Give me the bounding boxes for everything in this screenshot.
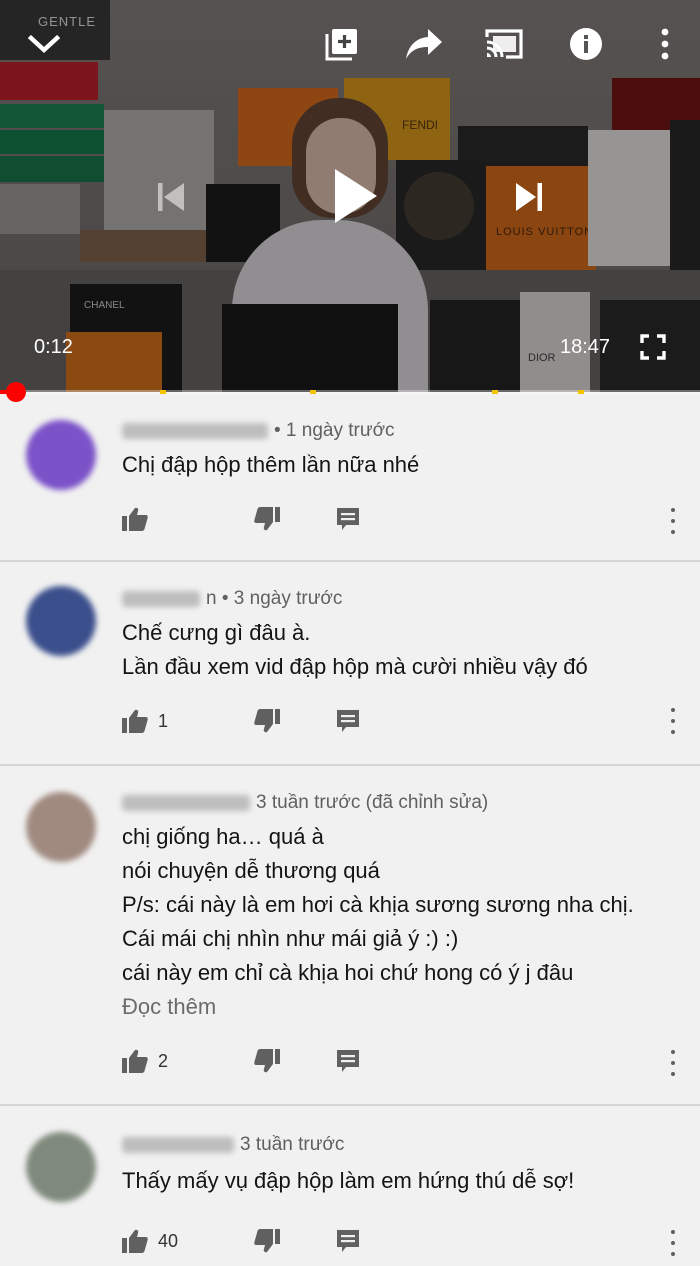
like-count: 1: [158, 710, 169, 731]
thumbs-up-icon[interactable]: [122, 507, 148, 531]
next-icon[interactable]: [508, 176, 550, 218]
comment-text: Thấy mấy vụ đập hộp làm em hứng thú dễ s…: [122, 1164, 574, 1198]
reply-icon[interactable]: [336, 1229, 360, 1253]
comment-menu-icon[interactable]: [668, 508, 678, 534]
reply-icon[interactable]: [336, 507, 360, 531]
comment-meta: 3 tuần trước: [122, 1134, 344, 1156]
chevron-down-icon[interactable]: [24, 24, 64, 64]
thumbs-down-icon[interactable]: [254, 1229, 280, 1253]
author-name-blurred[interactable]: [122, 422, 268, 439]
comment-line: Thấy mấy vụ đập hộp làm em hứng thú dễ s…: [122, 1168, 575, 1193]
comment-line: nói chuyện dễ thương quá: [122, 858, 380, 883]
thumbs-down-icon[interactable]: [254, 709, 280, 733]
comment-item: 3 tuần trước Thấy mấy vụ đập hộp làm em …: [0, 1106, 700, 1266]
comment-line: Chị đập hộp thêm lần nữa nhé: [122, 452, 420, 477]
thumbs-down-icon[interactable]: [254, 1049, 280, 1073]
thumbs-up-icon[interactable]: [122, 709, 148, 733]
fullscreen-icon[interactable]: [638, 332, 668, 362]
comment-actions: 2: [122, 1046, 360, 1076]
comment-line: chị giống ha… quá à: [122, 824, 324, 849]
comment-line: Chế cưng gì đâu à.: [122, 620, 311, 645]
comment-meta: 3 tuần trước (đã chỉnh sửa): [122, 792, 488, 814]
comment-item: 3 tuần trước (đã chỉnh sửa) chị giống ha…: [0, 766, 700, 1106]
like-count: 40: [158, 1230, 179, 1251]
author-name-blurred[interactable]: [122, 794, 250, 811]
comment-item: • 1 ngày trước Chị đập hộp thêm lần nữa …: [0, 394, 700, 562]
author-name-blurred[interactable]: [122, 590, 200, 607]
add-to-playlist-icon[interactable]: [322, 24, 362, 64]
comment-time: 3 tuần trước (đã chỉnh sửa): [256, 792, 489, 813]
comment-line: Lần đầu xem vid đập hộp mà cười nhiều vậ…: [122, 654, 588, 679]
comment-text: Chế cưng gì đâu à. Lần đầu xem vid đập h…: [122, 616, 588, 684]
avatar[interactable]: [26, 792, 96, 862]
comment-menu-icon[interactable]: [668, 1230, 678, 1256]
avatar[interactable]: [26, 420, 96, 490]
video-player[interactable]: GENTLE FENDI LOUIS VUITTON CHANEL DIOR 0…: [0, 0, 700, 392]
share-icon[interactable]: [402, 24, 446, 64]
comment-menu-icon[interactable]: [668, 708, 678, 734]
comments-list: • 1 ngày trước Chị đập hộp thêm lần nữa …: [0, 394, 700, 1266]
comment-actions: [122, 504, 360, 534]
like-count: 2: [158, 1050, 169, 1071]
current-time: 0:12: [34, 336, 73, 358]
reply-icon[interactable]: [336, 709, 360, 733]
thumbs-down-icon[interactable]: [254, 507, 280, 531]
comment-menu-icon[interactable]: [668, 1050, 678, 1076]
avatar[interactable]: [26, 1132, 96, 1202]
thumbs-up-icon[interactable]: [122, 1049, 148, 1073]
read-more-link[interactable]: Đọc thêm: [122, 990, 634, 1024]
comment-line: Cái mái chị nhìn như mái giả ý :) :): [122, 926, 459, 951]
comment-line: P/s: cái này là em hơi cà khịa sương sươ…: [122, 892, 634, 917]
comment-line: cái này em chỉ cà khịa hoi chứ hong có ý…: [122, 960, 574, 985]
thumbs-up-icon[interactable]: [122, 1229, 148, 1253]
previous-icon[interactable]: [150, 176, 192, 218]
duration: 18:47: [560, 336, 611, 358]
comment-text: chị giống ha… quá à nói chuyện dễ thương…: [122, 820, 634, 1024]
reply-icon[interactable]: [336, 1049, 360, 1073]
comment-item: n • 3 ngày trước Chế cưng gì đâu à. Lần …: [0, 562, 700, 766]
comment-time: n • 3 ngày trước: [206, 588, 343, 609]
play-icon[interactable]: [326, 164, 384, 228]
more-vert-icon[interactable]: [652, 24, 678, 64]
avatar[interactable]: [26, 586, 96, 656]
comment-time: • 1 ngày trước: [274, 420, 395, 441]
comment-actions: 1: [122, 706, 360, 736]
comment-meta: • 1 ngày trước: [122, 420, 395, 442]
comment-time: 3 tuần trước: [240, 1134, 345, 1155]
comment-text: Chị đập hộp thêm lần nữa nhé: [122, 448, 419, 482]
info-icon[interactable]: [566, 24, 606, 64]
comment-meta: n • 3 ngày trước: [122, 588, 342, 610]
cast-icon[interactable]: [482, 24, 526, 64]
comment-actions: 40: [122, 1226, 360, 1256]
author-name-blurred[interactable]: [122, 1136, 234, 1153]
